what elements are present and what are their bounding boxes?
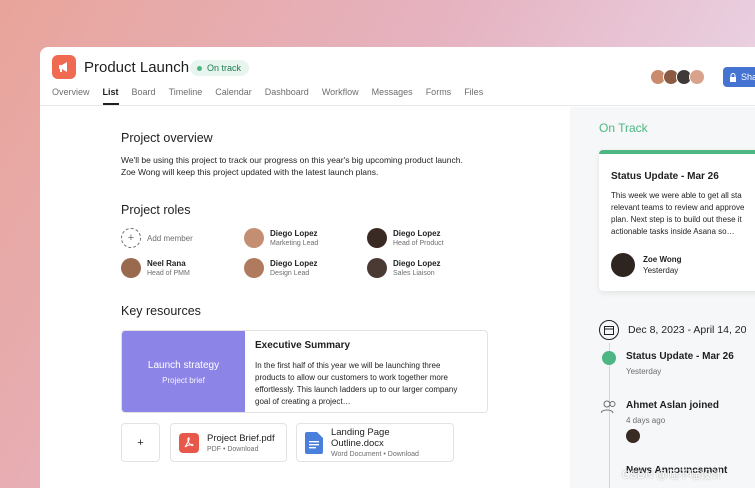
member-role: Marketing Lead <box>270 240 319 247</box>
resource-line: effortlessly. This launch ladders up to … <box>255 385 458 394</box>
overview-line: Zoe Wong will keep this project updated … <box>121 167 379 177</box>
tab-files[interactable]: Files <box>464 87 483 105</box>
member-role: Design Lead <box>270 270 310 277</box>
member-role: Head of Product <box>393 240 444 247</box>
project-header: Product Launch On track Overview List Bo… <box>40 47 755 106</box>
tab-calendar[interactable]: Calendar <box>215 87 252 105</box>
thumbnail-title: Launch strategy <box>147 360 220 371</box>
tab-bar: Overview List Board Timeline Calendar Da… <box>52 87 496 105</box>
resource-title: Executive Summary <box>255 340 351 351</box>
member-name: Diego Lopez <box>270 259 318 268</box>
megaphone-icon[interactable] <box>52 55 76 79</box>
status-badge[interactable]: On track <box>190 60 250 76</box>
update-line: relevant teams to review and approve <box>611 203 745 212</box>
avatar <box>367 228 387 248</box>
resource-body: Executive Summary In the first half of t… <box>255 340 480 408</box>
people-icon <box>601 400 616 414</box>
thumbnail-subtitle: Project brief <box>162 376 205 385</box>
avatar <box>689 69 705 85</box>
resource-thumbnail: Launch strategy Project brief <box>122 331 245 412</box>
share-label: Sha <box>741 72 755 82</box>
role-member[interactable]: Neel Rana Head of PMM <box>121 258 190 278</box>
member-role: Sales Liaison <box>393 270 435 277</box>
avatar <box>367 258 387 278</box>
author-time: Yesterday <box>643 266 679 275</box>
timeline-item[interactable]: Status Update - Mar 26 Yesterday <box>626 351 734 376</box>
file-name: Landing Page Outline.docx <box>330 427 390 449</box>
status-dot-icon <box>602 351 616 365</box>
file-name: Project Brief.pdf <box>207 432 275 444</box>
file-meta: PDF • Download <box>207 445 259 453</box>
timeline-sub: Yesterday <box>626 367 662 376</box>
resource-line: products to allow our customers to work … <box>255 373 448 382</box>
calendar-icon <box>599 320 619 340</box>
lock-icon <box>730 72 736 82</box>
tab-list[interactable]: List <box>102 87 119 105</box>
status-update-card[interactable]: Status Update - Mar 26 This week we were… <box>599 150 755 291</box>
member-role: Head of PMM <box>147 270 190 277</box>
member-name: Diego Lopez <box>270 229 318 238</box>
timeline-sub: 4 days ago <box>626 416 666 425</box>
role-member[interactable]: Diego Lopez Sales Liaison <box>367 258 441 278</box>
resource-line: In the first half of this year we will b… <box>255 361 441 370</box>
resource-line: goal of creating a project… <box>255 397 351 406</box>
update-line: actionable tasks inside Asana so… <box>611 227 735 236</box>
overview-text: We'll be using this project to track our… <box>121 154 491 178</box>
avatar <box>611 253 635 277</box>
resources-heading: Key resources <box>121 304 201 318</box>
status-sidebar: On Track Status Update - Mar 26 This wee… <box>570 107 755 488</box>
tab-workflow[interactable]: Workflow <box>322 87 359 105</box>
update-author: Zoe Wong Yesterday <box>611 253 682 277</box>
plus-icon: + <box>121 228 141 248</box>
avatar <box>244 258 264 278</box>
status-label: On track <box>207 63 242 73</box>
role-member[interactable]: Diego Lopez Design Lead <box>244 258 318 278</box>
share-button[interactable]: Sha <box>723 67 755 87</box>
role-member[interactable]: Diego Lopez Marketing Lead <box>244 228 318 248</box>
file-meta: Word Document • Download <box>330 451 419 458</box>
timeline-item[interactable]: Ahmet Aslan joined 4 days ago <box>626 400 719 443</box>
member-name: Diego Lopez <box>393 259 441 268</box>
pdf-icon <box>179 432 199 453</box>
resource-card[interactable]: Launch strategy Project brief Executive … <box>121 330 488 413</box>
date-range[interactable]: Dec 8, 2023 - April 14, 20 <box>599 320 747 340</box>
roles-heading: Project roles <box>121 203 191 217</box>
project-title: Product Launch <box>84 59 190 76</box>
update-body: This week we were able to get all sta re… <box>611 190 755 238</box>
tab-forms[interactable]: Forms <box>426 87 452 105</box>
avatar <box>244 228 264 248</box>
member-name: Diego Lopez <box>393 229 441 238</box>
add-resource-button[interactable]: + <box>121 423 160 462</box>
date-range-text: Dec 8, 2023 - April 14, 20 <box>628 324 747 336</box>
overview-line: We'll be using this project to track our… <box>121 155 463 165</box>
tab-messages[interactable]: Messages <box>372 87 413 105</box>
file-attachment[interactable]: Project Brief.pdf PDF • Download <box>170 423 287 462</box>
resource-text: In the first half of this year we will b… <box>255 360 480 408</box>
author-name: Zoe Wong <box>643 255 682 264</box>
watermark: CSDN @喵不喵设计 <box>622 469 723 481</box>
role-member[interactable]: Diego Lopez Head of Product <box>367 228 444 248</box>
member-name: Neel Rana <box>147 259 186 268</box>
overview-heading: Project overview <box>121 131 213 145</box>
status-heading: On Track <box>599 121 648 135</box>
avatar <box>626 429 640 443</box>
status-dot-icon <box>197 65 202 71</box>
add-member-button[interactable]: + Add member <box>121 228 193 248</box>
tab-overview[interactable]: Overview <box>52 87 90 105</box>
add-member-label: Add member <box>147 233 193 243</box>
file-attachment[interactable]: Landing Page Outline.docx Word Document •… <box>296 423 454 462</box>
document-icon <box>305 431 323 454</box>
update-title: Status Update - Mar 26 <box>611 171 719 182</box>
timeline-title: Ahmet Aslan joined <box>626 400 719 411</box>
avatar <box>121 258 141 278</box>
update-line: plan. Next step is to build out these it <box>611 215 742 224</box>
project-window: Product Launch On track Overview List Bo… <box>40 47 755 488</box>
timeline-title: Status Update - Mar 26 <box>626 351 734 362</box>
tab-dashboard[interactable]: Dashboard <box>265 87 309 105</box>
tab-board[interactable]: Board <box>132 87 156 105</box>
update-line: This week we were able to get all sta <box>611 191 742 200</box>
tab-timeline[interactable]: Timeline <box>169 87 203 105</box>
member-avatars[interactable] <box>650 69 705 85</box>
